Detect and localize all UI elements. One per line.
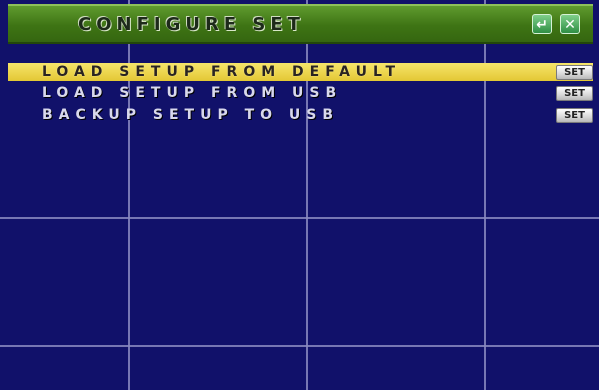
set-button[interactable]: SET xyxy=(556,86,593,101)
dvr-setup-screen: CONFIGURE SET ↵ ✕ LOAD SETUP FROM DEFAUL… xyxy=(0,0,599,390)
menu-item-load-usb[interactable]: LOAD SETUP FROM USB SET xyxy=(8,84,593,102)
menu-item-label: BACKUP SETUP TO USB xyxy=(42,107,340,123)
grid-line-vertical xyxy=(484,0,486,390)
page-title: CONFIGURE SET xyxy=(78,14,305,35)
enter-arrow-icon[interactable]: ↵ xyxy=(532,14,552,34)
grid-line-horizontal xyxy=(0,217,599,219)
grid-line-vertical xyxy=(128,0,130,390)
menu-item-label: LOAD SETUP FROM DEFAULT xyxy=(42,64,402,80)
set-button[interactable]: SET xyxy=(556,108,593,123)
menu-item-label: LOAD SETUP FROM USB xyxy=(42,85,343,101)
set-button[interactable]: SET xyxy=(556,65,593,80)
grid-line-horizontal xyxy=(0,345,599,347)
title-bar: CONFIGURE SET ↵ ✕ xyxy=(8,4,593,44)
close-icon[interactable]: ✕ xyxy=(560,14,580,34)
grid-line-vertical xyxy=(306,0,308,390)
menu-item-load-default[interactable]: LOAD SETUP FROM DEFAULT SET xyxy=(8,63,593,81)
menu-item-backup-usb[interactable]: BACKUP SETUP TO USB SET xyxy=(8,106,593,124)
